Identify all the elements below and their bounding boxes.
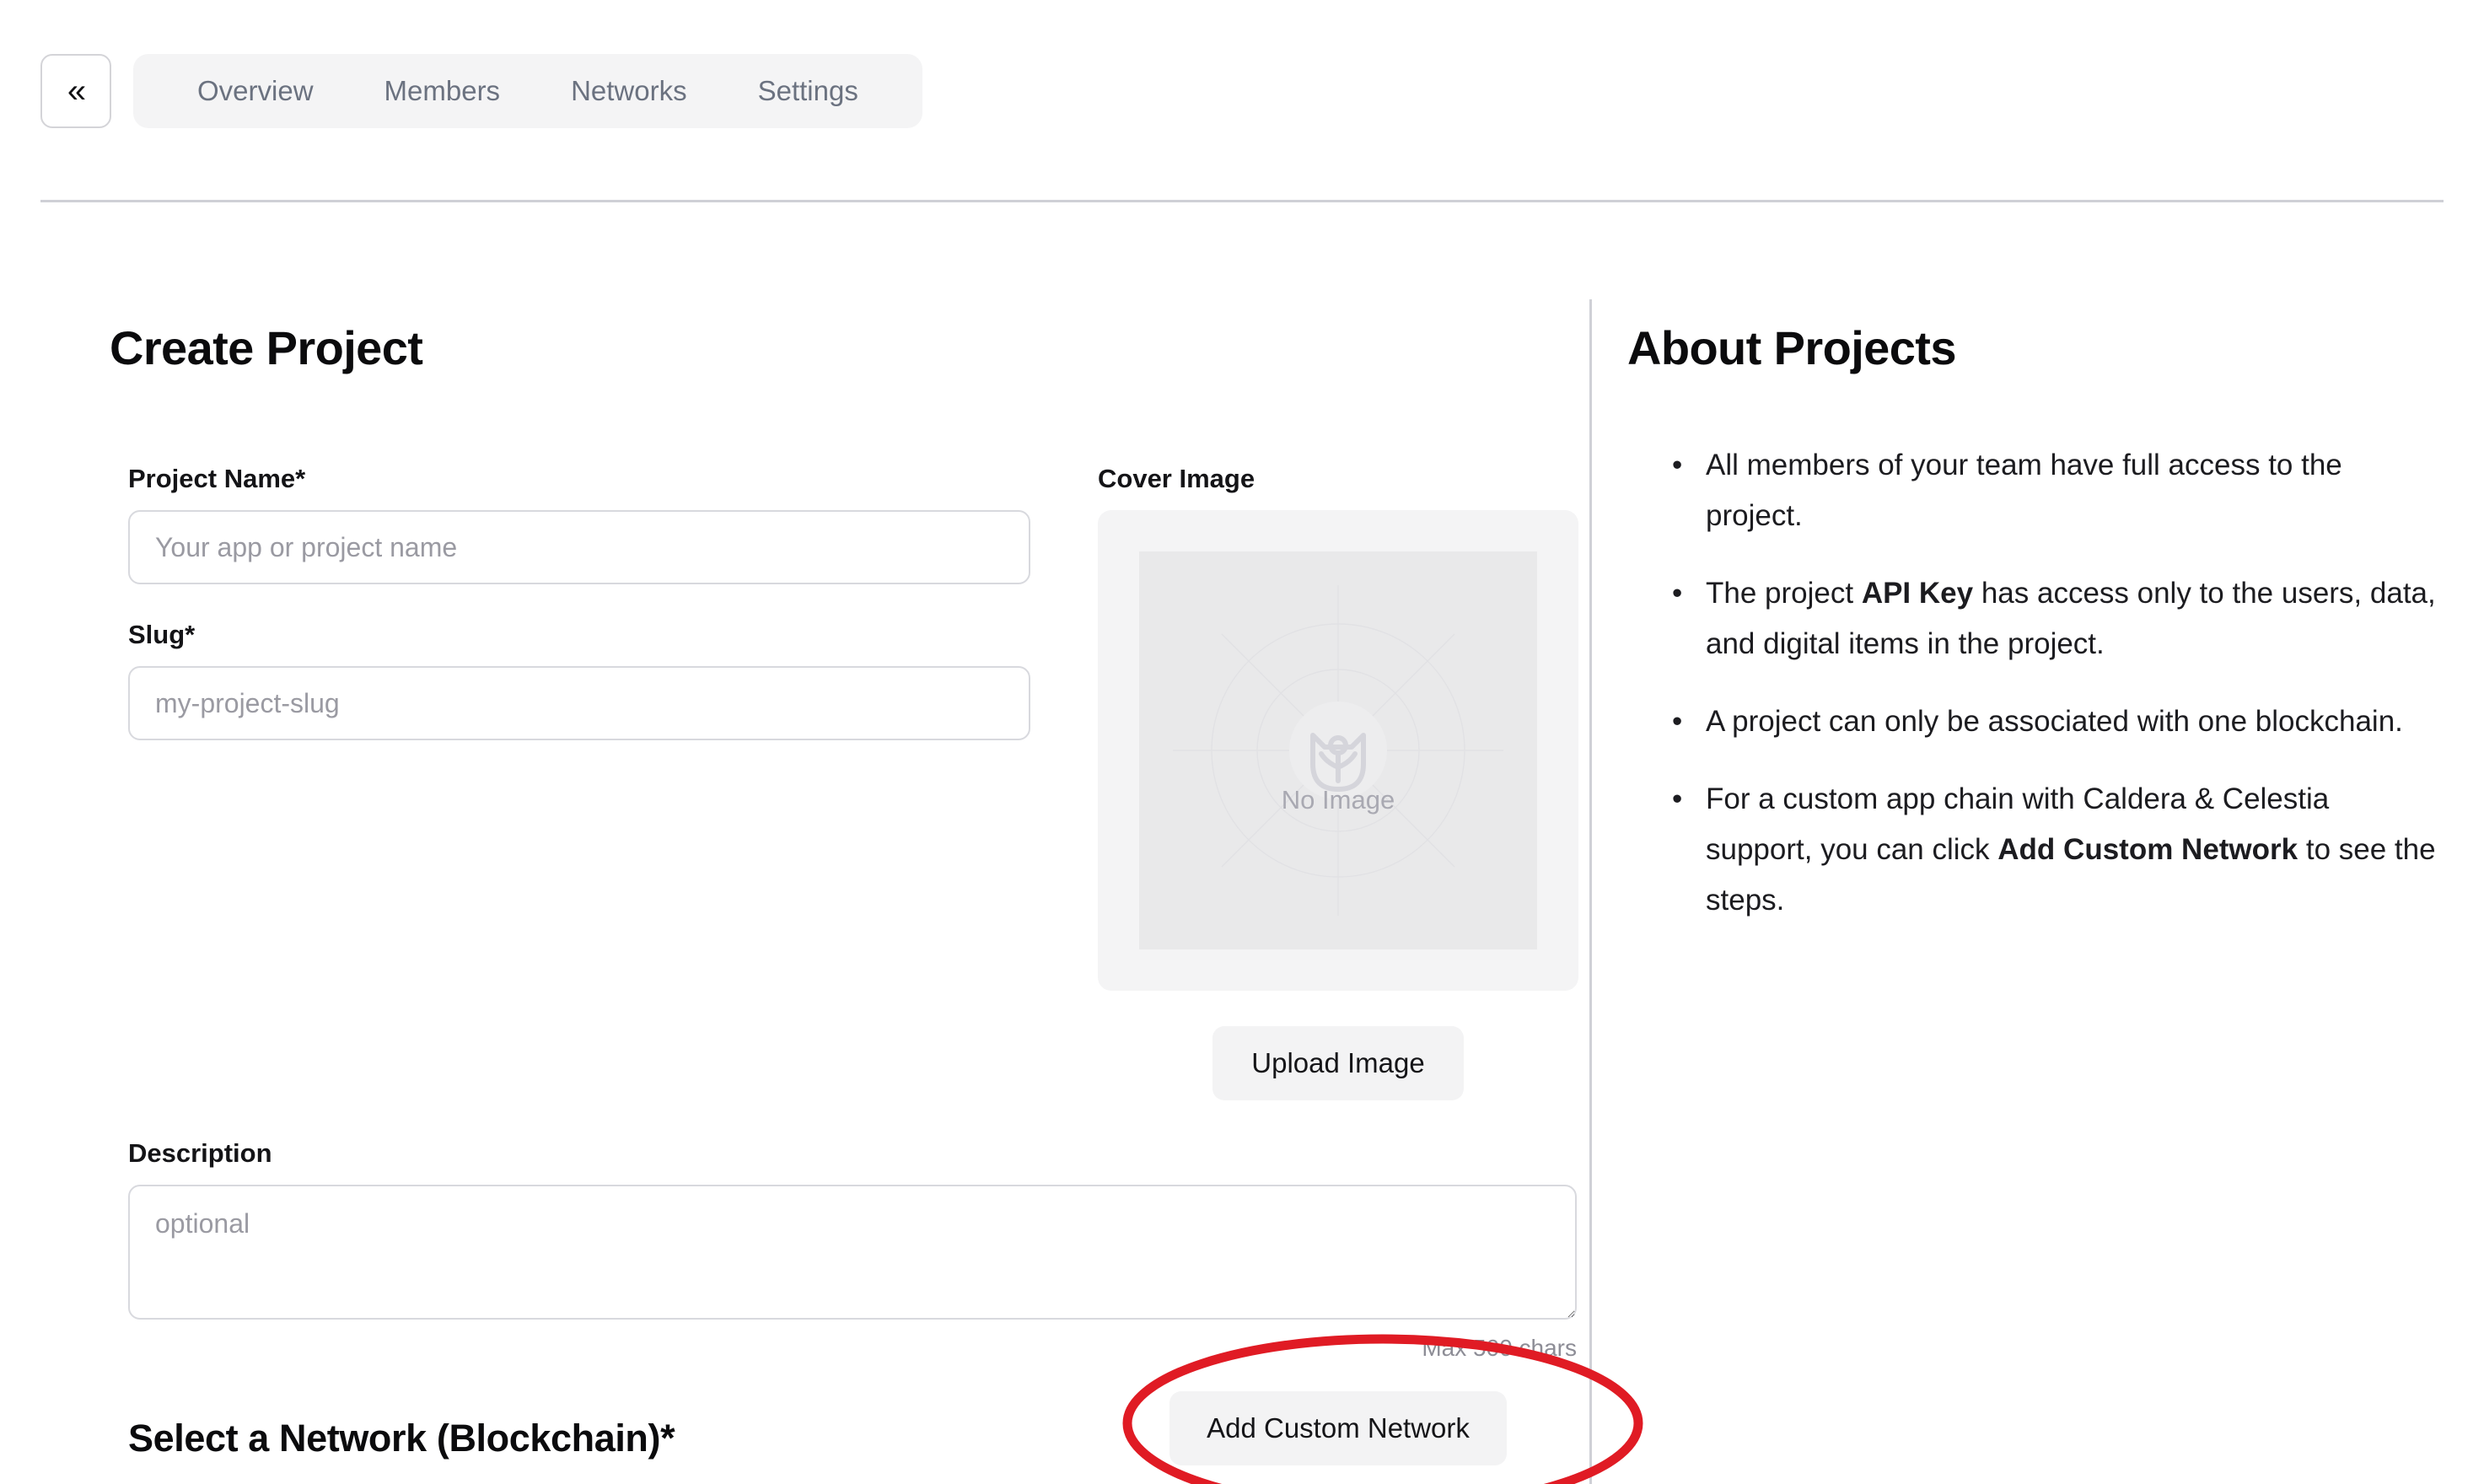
slug-label: Slug* — [128, 620, 1030, 650]
tab-networks[interactable]: Networks — [535, 54, 723, 128]
select-network-heading: Select a Network (Blockchain)* — [128, 1417, 675, 1460]
form-fields-group: Project Name* Slug* — [128, 464, 1030, 740]
no-image-text: No Image — [1282, 785, 1395, 815]
list-item: For a custom app chain with Caldera & Ce… — [1667, 774, 2443, 926]
content-area: Create Project Project Name* Slug* Cover… — [0, 253, 2484, 1484]
top-navigation-bar: « Overview Members Networks Settings — [40, 54, 922, 128]
upload-image-button[interactable]: Upload Image — [1212, 1026, 1463, 1100]
add-custom-network-row: Add Custom Network — [1098, 1391, 1578, 1465]
create-project-page: « Overview Members Networks Settings Cre… — [0, 0, 2484, 1484]
description-label: Description — [128, 1138, 1577, 1169]
tab-overview[interactable]: Overview — [162, 54, 349, 128]
list-item: All members of your team have full acces… — [1667, 440, 2443, 541]
tab-bar: Overview Members Networks Settings — [133, 54, 922, 128]
project-name-input[interactable] — [128, 510, 1030, 584]
cover-image-label: Cover Image — [1098, 464, 1578, 494]
chevron-double-left-icon: « — [67, 74, 84, 108]
sidebar-collapse-button[interactable]: « — [40, 54, 111, 128]
description-textarea[interactable] — [128, 1185, 1577, 1320]
cat-face-logo-icon — [1139, 551, 1537, 949]
add-custom-network-button[interactable]: Add Custom Network — [1169, 1391, 1507, 1465]
slug-input[interactable] — [128, 666, 1030, 740]
column-divider — [1589, 299, 1592, 1484]
list-item: A project can only be associated with on… — [1667, 696, 2443, 747]
cover-image-group: Cover Image — [1098, 464, 1578, 1100]
tab-members[interactable]: Members — [349, 54, 536, 128]
description-char-hint: Max 500 chars — [128, 1335, 1577, 1362]
about-projects-title: About Projects — [1627, 320, 1956, 375]
tab-settings[interactable]: Settings — [723, 54, 894, 128]
project-name-label: Project Name* — [128, 464, 1030, 494]
create-project-form-column: Create Project Project Name* Slug* Cover… — [0, 253, 1589, 1484]
header-divider — [40, 200, 2444, 202]
about-projects-list: All members of your team have full acces… — [1667, 440, 2443, 953]
description-group: Description Max 500 chars — [128, 1138, 1577, 1362]
field-spacer — [128, 584, 1030, 620]
page-title: Create Project — [110, 320, 422, 375]
cover-image-placeholder: No Image — [1139, 551, 1537, 949]
cover-image-dropzone[interactable]: No Image — [1098, 510, 1578, 991]
list-item: The project API Key has access only to t… — [1667, 568, 2443, 669]
upload-button-row: Upload Image — [1098, 1026, 1578, 1100]
